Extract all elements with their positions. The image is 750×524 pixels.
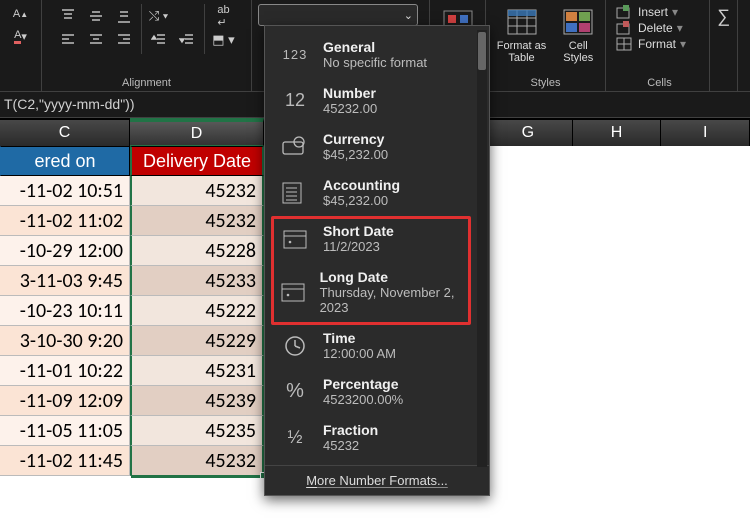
- delete-icon: [616, 21, 634, 35]
- format-cells-button[interactable]: Format ▾: [616, 36, 686, 52]
- wrap-text-button[interactable]: ab↵: [209, 4, 239, 28]
- column-header-d[interactable]: D: [130, 118, 264, 146]
- increase-indent-button[interactable]: [174, 28, 200, 52]
- number-icon: 12: [279, 86, 311, 116]
- table-row: -10-29 12:0045228: [0, 236, 264, 266]
- cell-ordered-on[interactable]: -11-05 11:05: [0, 416, 130, 446]
- dropdown-scrollbar[interactable]: [477, 30, 487, 467]
- table-header-ordered-on[interactable]: ered on: [0, 146, 130, 176]
- currency-icon: [279, 132, 311, 162]
- longdate-icon: [279, 277, 308, 307]
- table-row: -11-02 11:4545232: [0, 446, 264, 476]
- orientation-button[interactable]: ⤭ ▾: [146, 4, 172, 28]
- merge-button[interactable]: ⬒ ▾: [209, 28, 239, 52]
- cell-delivery-date[interactable]: 45228: [130, 236, 264, 266]
- column-header-h[interactable]: H: [573, 118, 662, 146]
- table-row: -10-23 10:1145222: [0, 296, 264, 326]
- table-row: -11-02 11:0245232: [0, 206, 264, 236]
- fraction-icon: ½: [279, 423, 311, 453]
- cell-delivery-date[interactable]: 45222: [130, 296, 264, 326]
- cell-ordered-on[interactable]: 3-11-03 9:45: [0, 266, 130, 296]
- table-row: 3-11-03 9:4545233: [0, 266, 264, 296]
- decrease-indent-button[interactable]: [146, 28, 172, 52]
- column-header-g[interactable]: G: [484, 118, 573, 146]
- table-row: -11-09 12:0945239: [0, 386, 264, 416]
- cell-delivery-date[interactable]: 45232: [130, 206, 264, 236]
- cell-delivery-date[interactable]: 45229: [130, 326, 264, 356]
- font-increase-button[interactable]: A▲: [10, 4, 32, 24]
- number-format-option-fraction[interactable]: ½Fraction45232: [271, 415, 475, 461]
- align-right-button[interactable]: [111, 28, 137, 52]
- cell-ordered-on[interactable]: -11-09 12:09: [0, 386, 130, 416]
- column-header-c[interactable]: C: [0, 118, 130, 146]
- table-row: 3-10-30 9:2045229: [0, 326, 264, 356]
- insert-cells-button[interactable]: Insert ▾: [616, 4, 686, 20]
- alignment-group-label: Alignment: [122, 75, 171, 89]
- align-top-button[interactable]: [55, 4, 81, 28]
- cells-group-label: Cells: [647, 75, 671, 89]
- general-icon: 123: [279, 40, 311, 70]
- accounting-icon: [279, 178, 311, 208]
- number-format-combo[interactable]: ⌄: [258, 4, 418, 26]
- format-as-table-button[interactable]: Format as Table: [489, 4, 555, 66]
- cell-delivery-date[interactable]: 45232: [130, 176, 264, 206]
- cell-delivery-date[interactable]: 45239: [130, 386, 264, 416]
- percentage-icon: %: [279, 377, 311, 407]
- number-format-option-percentage[interactable]: %Percentage4523200.00%: [271, 369, 475, 415]
- dropdown-scroll-thumb[interactable]: [478, 32, 486, 70]
- cell-ordered-on[interactable]: -10-23 10:11: [0, 296, 130, 326]
- cell-delivery-date[interactable]: 45231: [130, 356, 264, 386]
- delete-cells-button[interactable]: Delete ▾: [616, 20, 686, 36]
- align-center-button[interactable]: [83, 28, 109, 52]
- table-header-delivery-date[interactable]: Delivery Date: [130, 146, 264, 176]
- table-row: -11-01 10:2245231: [0, 356, 264, 386]
- font-color-button[interactable]: A ▾: [10, 26, 32, 46]
- chevron-down-icon: ⌄: [404, 9, 413, 22]
- more-number-formats-link[interactable]: More Number Formats...: [265, 465, 489, 495]
- shortdate-icon: [279, 224, 311, 254]
- cell-ordered-on[interactable]: 3-10-30 9:20: [0, 326, 130, 356]
- time-icon: [279, 331, 311, 361]
- column-header-i[interactable]: I: [661, 118, 750, 146]
- cell-ordered-on[interactable]: -11-01 10:22: [0, 356, 130, 386]
- align-bottom-button[interactable]: [111, 4, 137, 28]
- table-row: -11-02 10:5145232: [0, 176, 264, 206]
- cell-ordered-on[interactable]: -11-02 11:02: [0, 206, 130, 236]
- cell-ordered-on[interactable]: -11-02 11:45: [0, 446, 130, 476]
- cell-ordered-on[interactable]: -11-02 10:51: [0, 176, 130, 206]
- cell-styles-button[interactable]: Cell Styles: [554, 4, 602, 66]
- cell-delivery-date[interactable]: 45233: [130, 266, 264, 296]
- cell-delivery-date[interactable]: 45232: [130, 446, 264, 476]
- number-format-option-currency[interactable]: Currency$45,232.00: [271, 124, 475, 170]
- insert-icon: [616, 5, 634, 19]
- autosum-button[interactable]: ∑: [711, 4, 737, 28]
- cell-delivery-date[interactable]: 45235: [130, 416, 264, 446]
- styles-group-label: Styles: [531, 75, 561, 89]
- align-middle-button[interactable]: [83, 4, 109, 28]
- cell-ordered-on[interactable]: -10-29 12:00: [0, 236, 130, 266]
- table-area: ered on Delivery Date -11-02 10:5145232-…: [0, 146, 264, 476]
- number-format-option-time[interactable]: Time12:00:00 AM: [271, 323, 475, 369]
- format-icon: [616, 37, 634, 51]
- number-format-option-longdate[interactable]: Long DateThursday, November 2, 2023: [271, 262, 475, 323]
- table-row: -11-05 11:0545235: [0, 416, 264, 446]
- align-left-button[interactable]: [55, 28, 81, 52]
- number-format-option-general[interactable]: 123GeneralNo specific format: [271, 32, 475, 78]
- number-format-option-number[interactable]: 12Number45232.00: [271, 78, 475, 124]
- number-format-option-shortdate[interactable]: Short Date11/2/2023: [271, 216, 475, 262]
- number-format-option-accounting[interactable]: Accounting$45,232.00: [271, 170, 475, 216]
- number-format-dropdown: 123GeneralNo specific format12Number4523…: [264, 25, 490, 496]
